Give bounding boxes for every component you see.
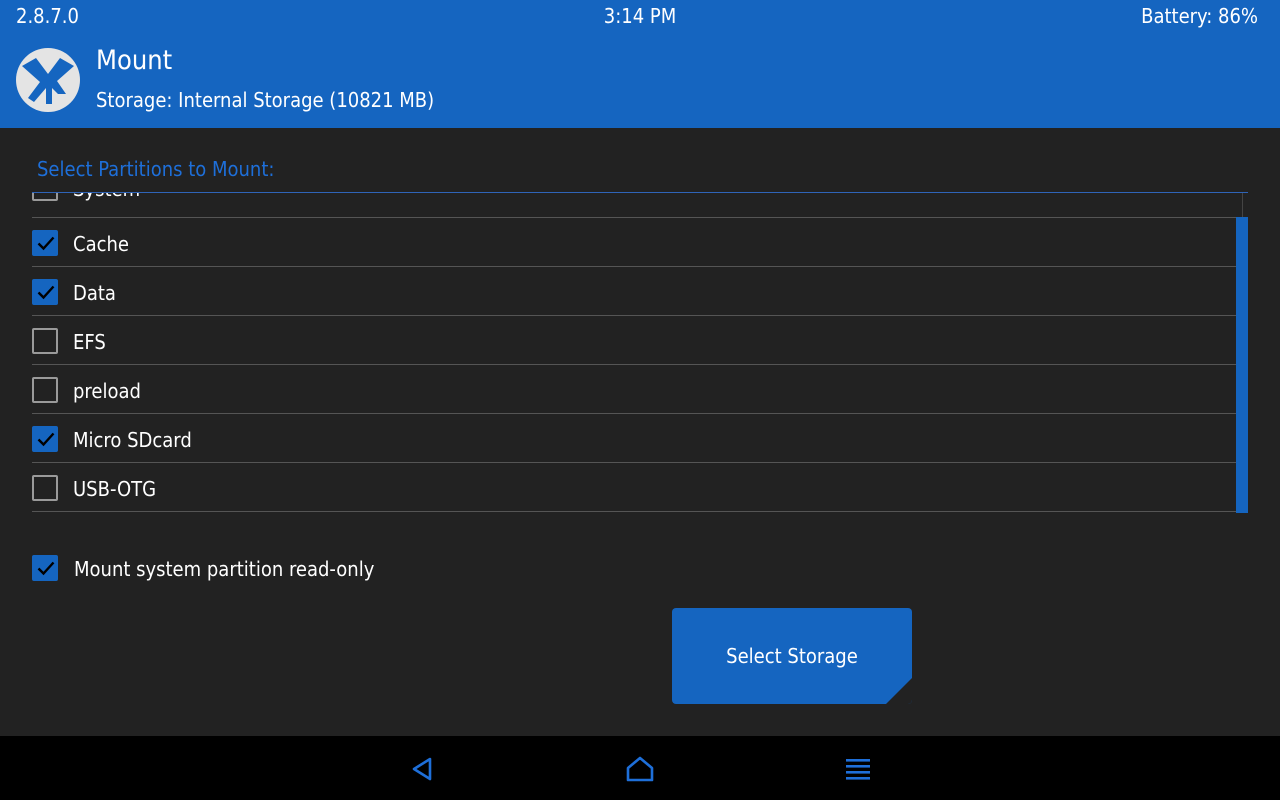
partition-row-usb-otg[interactable]: USB-OTG [32,463,1236,512]
twrp-logo-icon [16,48,80,112]
partition-row-micro-sdcard[interactable]: Micro SDcard [32,414,1236,463]
checkbox-checked[interactable] [32,279,58,305]
select-storage-label: Select Storage [726,644,858,668]
checkbox[interactable] [32,377,58,403]
checkmark-icon [37,561,55,576]
status-bar: 2.8.7.0 3:14 PM Battery: 86% [0,0,1280,32]
partition-label: USB-OTG [73,477,157,501]
navigation-bar [0,736,1280,800]
partition-label: preload [73,379,141,403]
checkbox-checked[interactable] [32,426,58,452]
checkbox[interactable] [32,328,58,354]
readonly-checkbox[interactable] [32,555,58,581]
partition-row-data[interactable]: Data [32,267,1236,316]
checkbox[interactable] [32,475,58,501]
button-corner [886,678,912,704]
checkmark-icon [37,432,55,447]
battery-text: Battery: 86% [1141,4,1258,28]
partition-list[interactable]: System Cache Data EFS preload Micro SDca… [32,192,1248,513]
partition-row-efs[interactable]: EFS [32,316,1236,365]
partition-row-system[interactable]: System [32,193,1236,218]
home-icon[interactable] [625,754,655,784]
partition-row-cache[interactable]: Cache [32,218,1236,267]
scrollbar[interactable] [1236,217,1248,513]
checkbox-checked[interactable] [32,230,58,256]
storage-subtitle: Storage: Internal Storage (10821 MB) [96,88,435,112]
page-title: Mount [96,45,173,76]
checkbox[interactable] [32,193,58,201]
partition-row-preload[interactable]: preload [32,365,1236,414]
partition-label: Data [73,281,116,305]
select-storage-button[interactable]: Select Storage [672,608,912,704]
checkmark-icon [37,285,55,300]
header: Mount Storage: Internal Storage (10821 M… [0,32,1280,128]
partitions-heading: Select Partitions to Mount: [37,157,275,181]
back-icon[interactable] [408,754,438,784]
clock-text: 3:14 PM [603,4,677,28]
partition-label: System [73,193,140,202]
checkmark-icon [37,236,55,251]
menu-icon[interactable] [843,754,873,784]
partition-label: Micro SDcard [73,428,192,452]
partition-label: EFS [73,330,106,354]
scrollbar-track [1242,193,1243,217]
readonly-label[interactable]: Mount system partition read-only [74,556,374,582]
partition-label: Cache [73,232,129,256]
